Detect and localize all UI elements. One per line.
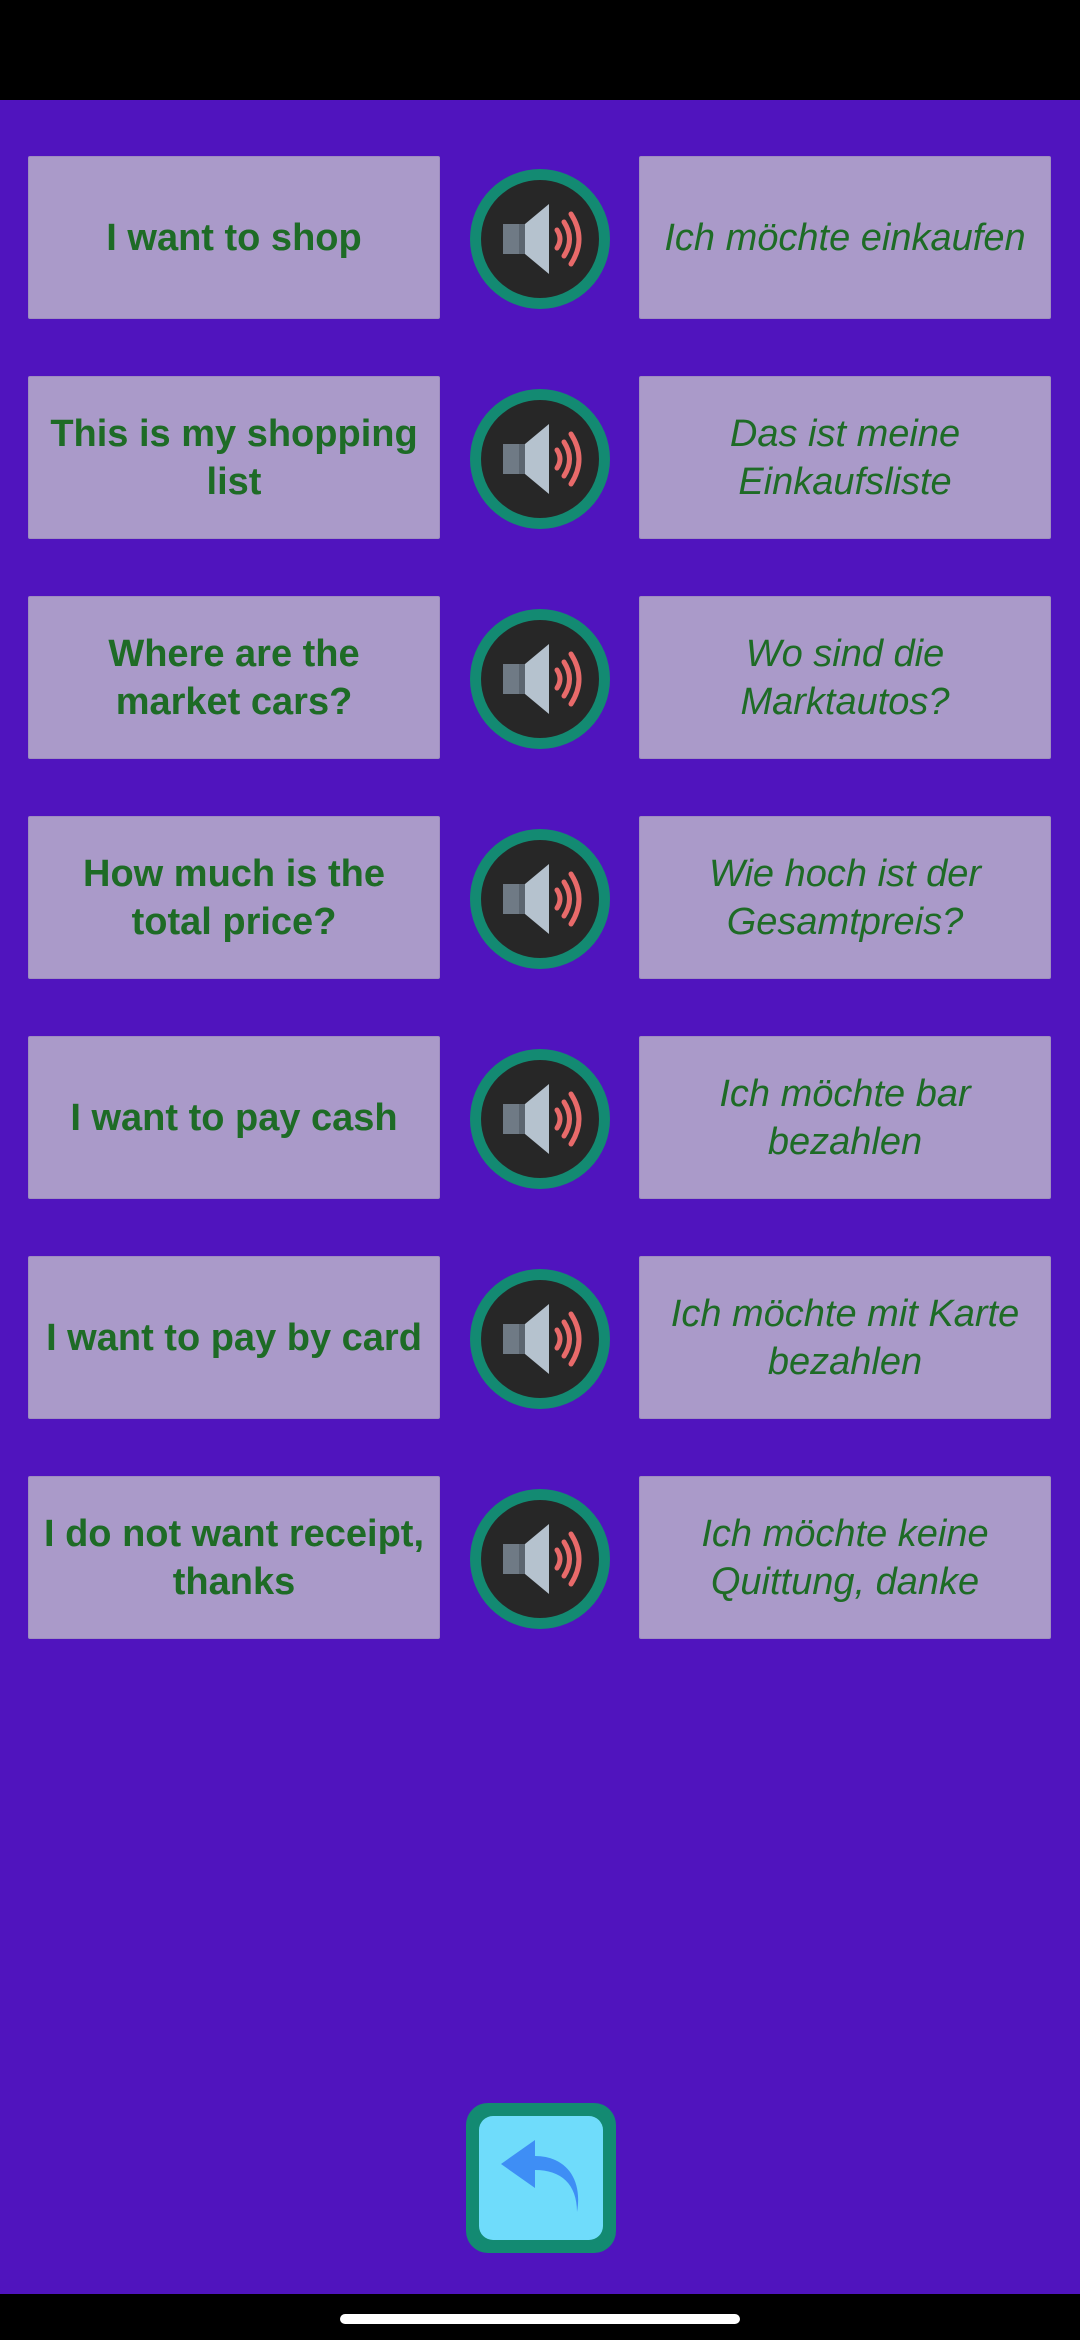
play-audio-button[interactable]: [470, 1489, 610, 1629]
phrase-row: This is my shopping list Das ist meine E…: [0, 376, 1080, 541]
play-audio-button[interactable]: [470, 609, 610, 749]
play-audio-button[interactable]: [470, 169, 610, 309]
german-phrase-card[interactable]: Das ist meine Einkaufsliste: [639, 376, 1051, 539]
english-phrase-card[interactable]: How much is the total price?: [28, 816, 440, 979]
phrase-row: I want to shop Ich möchte einkaufen: [0, 156, 1080, 321]
german-phrase-card[interactable]: Wie hoch ist der Gesamtpreis?: [639, 816, 1051, 979]
german-phrase-card[interactable]: Ich möchte bar bezahlen: [639, 1036, 1051, 1199]
home-indicator[interactable]: [340, 2314, 740, 2324]
speaker-icon: [481, 1060, 599, 1178]
phrase-row: I want to pay by card Ich möchte mit Kar…: [0, 1256, 1080, 1421]
english-phrase-card[interactable]: I want to pay by card: [28, 1256, 440, 1419]
german-phrase-card[interactable]: Ich möchte keine Quittung, danke: [639, 1476, 1051, 1639]
phrase-screen: I want to shop Ich möchte einkaufen This…: [0, 100, 1080, 2294]
phrase-list: I want to shop Ich möchte einkaufen This…: [0, 156, 1080, 1696]
english-phrase-card[interactable]: I want to pay cash: [28, 1036, 440, 1199]
speaker-icon: [481, 1280, 599, 1398]
speaker-icon: [481, 620, 599, 738]
english-phrase-card[interactable]: This is my shopping list: [28, 376, 440, 539]
status-bar: [0, 0, 1080, 100]
play-audio-button[interactable]: [470, 389, 610, 529]
speaker-icon: [481, 180, 599, 298]
german-phrase-card[interactable]: Ich möchte einkaufen: [639, 156, 1051, 319]
speaker-icon: [481, 1500, 599, 1618]
german-phrase-card[interactable]: Wo sind die Marktautos?: [639, 596, 1051, 759]
play-audio-button[interactable]: [470, 1269, 610, 1409]
english-phrase-card[interactable]: I want to shop: [28, 156, 440, 319]
phrase-row: Where are the market cars? Wo sind die M…: [0, 596, 1080, 761]
phrase-row: How much is the total price? Wie hoch is…: [0, 816, 1080, 981]
speaker-icon: [481, 400, 599, 518]
play-audio-button[interactable]: [470, 1049, 610, 1189]
speaker-icon: [481, 840, 599, 958]
english-phrase-card[interactable]: I do not want receipt, thanks: [28, 1476, 440, 1639]
phrase-row: I do not want receipt, thanks Ich möchte…: [0, 1476, 1080, 1641]
german-phrase-card[interactable]: Ich möchte mit Karte bezahlen: [639, 1256, 1051, 1419]
play-audio-button[interactable]: [470, 829, 610, 969]
english-phrase-card[interactable]: Where are the market cars?: [28, 596, 440, 759]
phrase-row: I want to pay cash Ich möchte bar bezahl…: [0, 1036, 1080, 1201]
back-button[interactable]: [466, 2103, 616, 2253]
back-arrow-icon: [479, 2116, 603, 2240]
